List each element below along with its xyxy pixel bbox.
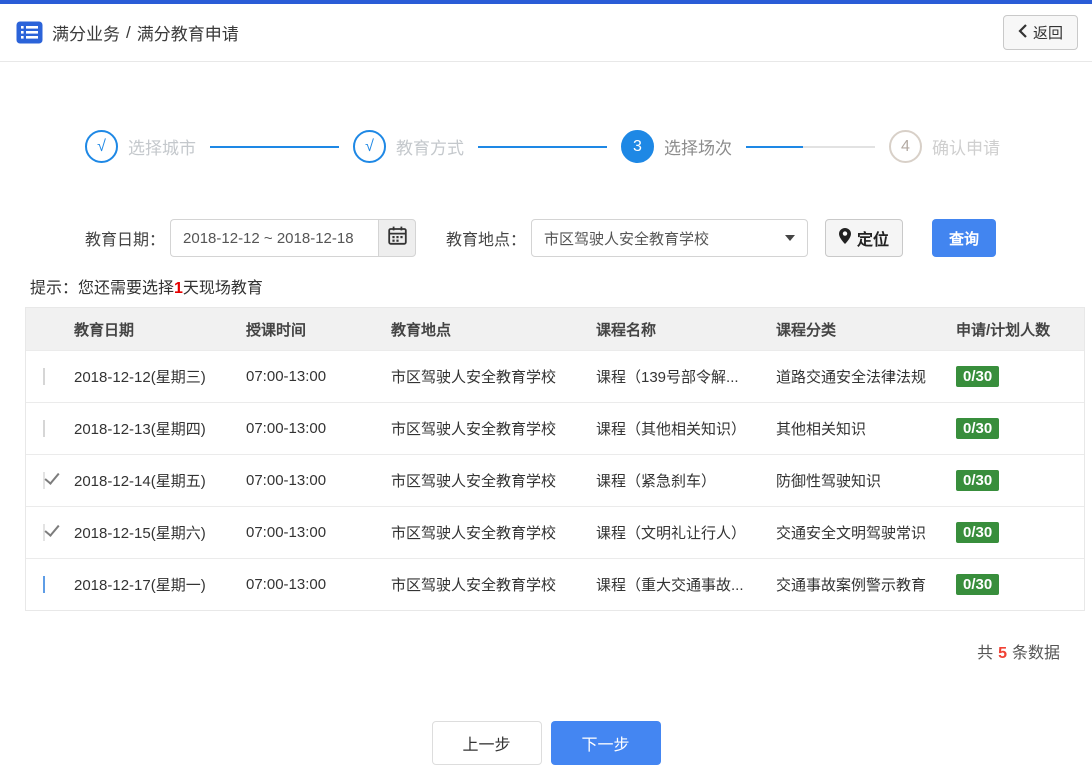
step-1-label: 选择城市 (128, 139, 196, 158)
col-header-course: 课程名称 (596, 321, 657, 339)
back-button[interactable]: 返回 (1002, 15, 1078, 50)
education-date-label: 教育日期： (85, 232, 166, 249)
back-button-label: 返回 (1032, 25, 1063, 42)
breadcrumb-primary: 满分业务 (52, 25, 120, 44)
step-connector-1 (210, 145, 339, 148)
table-row: 2018-12-12(星期三) 07:00-13:00 市区驾驶人安全教育学校 … (26, 350, 1084, 402)
col-header-quota: 申请/计划人数 (956, 321, 1051, 339)
row-location: 市区驾驶人安全教育学校 (391, 421, 557, 438)
step-2-marker: √ (353, 130, 386, 163)
row-category: 其他相关知识 (776, 421, 867, 438)
row-checkbox-3[interactable] (43, 524, 45, 541)
calendar-icon (387, 226, 407, 250)
col-header-category: 课程分类 (776, 321, 837, 339)
row-location: 市区驾驶人安全教育学校 (391, 369, 557, 386)
summary-suffix: 条数据 (1011, 645, 1060, 662)
row-course: 课程（文明礼让行人） (596, 525, 747, 542)
next-step-button[interactable]: 下一步 (550, 721, 661, 765)
row-checkbox-2[interactable] (43, 472, 45, 489)
breadcrumb-separator: / (126, 22, 131, 42)
hint-text: 提示：您还需要选择1天现场教育 (30, 274, 1092, 297)
session-table: 教育日期 授课时间 教育地点 课程名称 课程分类 申请/计划人数 2018-12… (25, 307, 1085, 611)
row-category: 防御性驾驶知识 (776, 473, 882, 490)
step-1-marker: √ (85, 130, 118, 163)
table-row: 2018-12-17(星期一) 07:00-13:00 市区驾驶人安全教育学校 … (26, 558, 1084, 610)
page-header: 满分业务 / 满分教育申请 返回 (0, 4, 1092, 62)
date-range-group (170, 219, 417, 257)
search-button[interactable]: 查询 (932, 219, 997, 257)
row-location: 市区驾驶人安全教育学校 (391, 577, 557, 594)
breadcrumb-secondary: 满分教育申请 (136, 25, 239, 44)
row-date: 2018-12-13(星期四) (74, 421, 206, 438)
progress-stepper: √ 选择城市 √ 教育方式 3 选择场次 4 确认申请 (85, 130, 1000, 163)
row-checkbox-1[interactable] (43, 420, 45, 437)
row-course: 课程（其他相关知识） (596, 421, 747, 438)
previous-step-button[interactable]: 上一步 (431, 721, 542, 765)
step-4-marker: 4 (889, 130, 922, 163)
col-header-date: 教育日期 (74, 321, 135, 339)
quota-badge: 0/30 (956, 418, 1000, 439)
calendar-button[interactable] (378, 219, 417, 257)
breadcrumb: 满分业务 / 满分教育申请 (52, 20, 239, 45)
row-date: 2018-12-12(星期三) (74, 369, 206, 386)
row-category: 道路交通安全法律法规 (776, 369, 927, 386)
filter-bar: 教育日期： 教育地点： 市区驾驶人安全教育学校 (85, 219, 1092, 257)
row-course: 课程（紧急刹车） (596, 473, 717, 490)
step-2-label: 教育方式 (396, 139, 464, 158)
date-range-input[interactable] (170, 219, 379, 257)
row-time: 07:00-13:00 (246, 576, 327, 593)
quota-badge: 0/30 (956, 366, 1000, 387)
summary-prefix: 共 (977, 645, 994, 662)
step-connector-3 (746, 145, 875, 148)
row-time: 07:00-13:00 (246, 368, 327, 385)
step-connector-2 (478, 145, 607, 148)
step-3-label: 选择场次 (664, 139, 732, 158)
locate-button-label: 定位 (857, 232, 890, 249)
row-course: 课程（重大交通事故... (596, 577, 744, 594)
quota-badge: 0/30 (956, 470, 1000, 491)
row-checkbox-0[interactable] (43, 368, 45, 385)
hint-count: 1 (174, 280, 183, 297)
step-education-mode: √ 教育方式 (353, 130, 464, 163)
row-time: 07:00-13:00 (246, 524, 327, 541)
quota-badge: 0/30 (956, 574, 1000, 595)
step-confirm-application: 4 确认申请 (889, 130, 1000, 163)
wizard-actions: 上一步 下一步 (0, 721, 1092, 765)
row-checkbox-4[interactable] (43, 576, 45, 593)
col-header-location: 教育地点 (391, 321, 452, 339)
hint-suffix: 天现场教育 (182, 280, 263, 297)
row-time: 07:00-13:00 (246, 420, 327, 437)
row-date: 2018-12-17(星期一) (74, 577, 206, 594)
chevron-left-icon (1018, 23, 1027, 42)
locate-button[interactable]: 定位 (825, 219, 904, 257)
step-select-session: 3 选择场次 (621, 130, 732, 163)
step-select-city: √ 选择城市 (85, 130, 196, 163)
hint-prefix: 提示：您还需要选择 (30, 280, 175, 297)
row-location: 市区驾驶人安全教育学校 (391, 473, 557, 490)
row-date: 2018-12-14(星期五) (74, 473, 206, 490)
record-count-summary: 共 5 条数据 (0, 639, 1060, 663)
chevron-down-icon (785, 235, 796, 241)
col-header-time: 授课时间 (246, 321, 307, 339)
location-select-value: 市区驾驶人安全教育学校 (544, 230, 710, 248)
location-select[interactable]: 市区驾驶人安全教育学校 (531, 219, 809, 257)
summary-count: 5 (998, 645, 1007, 662)
step-4-label: 确认申请 (932, 139, 1000, 158)
table-row: 2018-12-15(星期六) 07:00-13:00 市区驾驶人安全教育学校 … (26, 506, 1084, 558)
education-location-label: 教育地点： (446, 232, 527, 249)
map-pin-icon (839, 227, 852, 249)
table-header-row: 教育日期 授课时间 教育地点 课程名称 课程分类 申请/计划人数 (26, 308, 1084, 350)
step-3-marker: 3 (621, 130, 654, 163)
row-date: 2018-12-15(星期六) (74, 525, 206, 542)
table-row: 2018-12-13(星期四) 07:00-13:00 市区驾驶人安全教育学校 … (26, 402, 1084, 454)
list-icon (16, 21, 43, 44)
row-category: 交通安全文明驾驶常识 (776, 525, 927, 542)
row-location: 市区驾驶人安全教育学校 (391, 525, 557, 542)
row-category: 交通事故案例警示教育 (776, 577, 927, 594)
quota-badge: 0/30 (956, 522, 1000, 543)
table-row: 2018-12-14(星期五) 07:00-13:00 市区驾驶人安全教育学校 … (26, 454, 1084, 506)
row-time: 07:00-13:00 (246, 472, 327, 489)
row-course: 课程（139号部令解... (596, 369, 739, 386)
